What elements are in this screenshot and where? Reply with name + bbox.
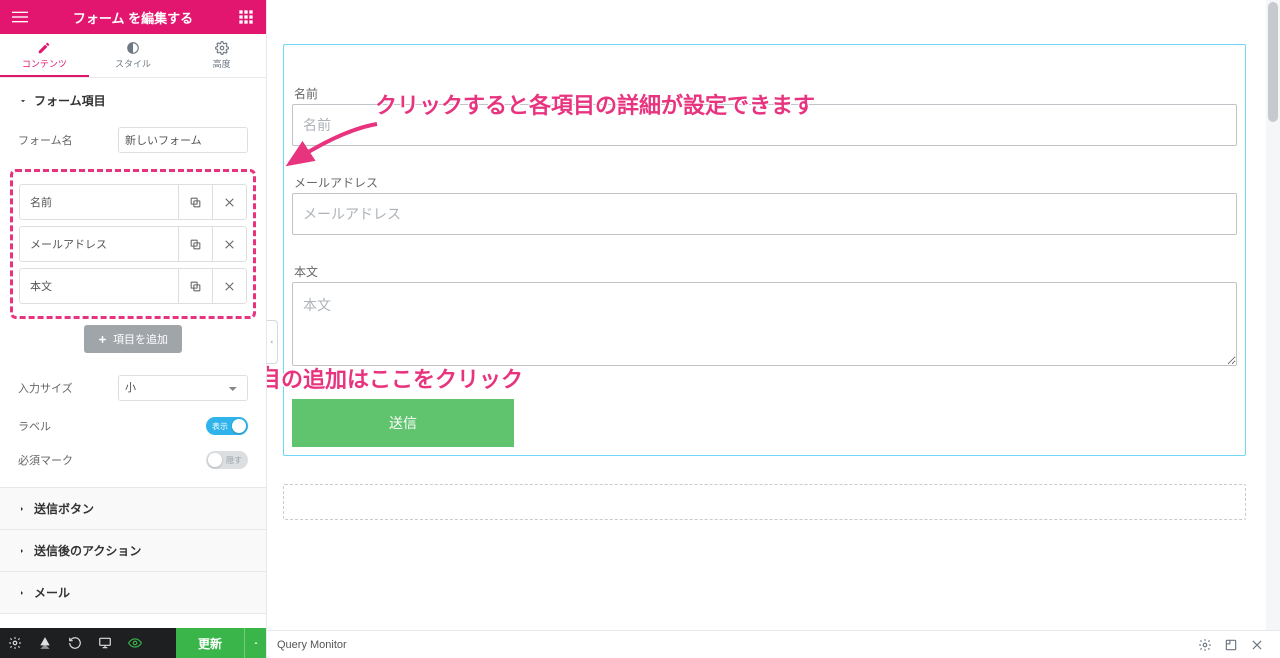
field-email-block: メールアドレス [292,174,1237,235]
toggle-knob [232,419,246,433]
scrollbar-thumb[interactable] [1268,2,1278,122]
sidebar-tabs: コンテンツ スタイル 高度 [0,34,266,78]
tab-advanced[interactable]: 高度 [177,34,266,77]
navigator-icon[interactable] [30,628,60,658]
editor-canvas: 名前 メールアドレス 本文 送信 クリックすると各項目の詳細が設 [267,0,1280,658]
field-name-label: 名前 [292,85,1237,102]
repeater-item-label[interactable]: 名前 [20,185,178,219]
tab-style-label: スタイル [115,57,151,70]
toggle-off-text: 隠す [226,455,242,466]
update-button[interactable]: 更新 [176,628,244,658]
form-submit-button[interactable]: 送信 [292,399,514,447]
section-submit-button-label: 送信ボタン [34,500,94,517]
repeater-item[interactable]: 名前 [19,184,247,220]
editor-sidebar: フォーム を編集する コンテンツ スタイル 高度 フォーム項目 [0,0,267,658]
sidebar-header: フォーム を編集する [0,0,266,34]
tab-style[interactable]: スタイル [89,34,178,77]
history-icon[interactable] [60,628,90,658]
field-body-textarea[interactable] [292,282,1237,366]
sidebar-footer-toolbar: 更新 [0,628,266,658]
section-actions-after-submit[interactable]: 送信後のアクション [0,529,266,571]
add-field-button[interactable]: 項目を追加 [84,325,182,353]
field-body-block: 本文 [292,263,1237,371]
sidebar-title: フォーム を編集する [73,8,193,27]
add-field-label: 項目を追加 [113,331,168,347]
settings-icon[interactable] [0,628,30,658]
label-visibility-toggle[interactable]: 表示 [206,417,248,435]
statusbar-close-icon[interactable] [1244,638,1270,652]
add-item-row: 項目を追加 [0,325,266,353]
form-name-label: フォーム名 [18,132,73,148]
menu-icon[interactable] [10,7,30,27]
form-name-row: フォーム名 [0,119,266,161]
status-bar: Query Monitor [267,630,1280,658]
input-size-select[interactable]: 小 [118,375,248,401]
section-mail-label: メール [34,584,70,601]
toggle-knob [208,453,222,467]
section-submit-button[interactable]: 送信ボタン [0,487,266,529]
duplicate-icon[interactable] [178,269,212,303]
remove-icon[interactable] [212,269,246,303]
form-fields-repeater: 名前 メールアドレス 本文 [10,169,256,319]
statusbar-gear-icon[interactable] [1192,638,1218,652]
app-root: フォーム を編集する コンテンツ スタイル 高度 フォーム項目 [0,0,1280,658]
canvas-inner: 名前 メールアドレス 本文 送信 クリックすると各項目の詳細が設 [267,0,1266,544]
toggle-on-text: 表示 [212,421,228,432]
label-toggle-label: ラベル [18,418,51,434]
duplicate-icon[interactable] [178,185,212,219]
required-mark-label: 必須マーク [18,452,73,468]
repeater-item-label[interactable]: 本文 [20,269,178,303]
field-name-block: 名前 [292,85,1237,146]
widgets-grid-icon[interactable] [236,7,256,27]
field-email-label: メールアドレス [292,174,1237,191]
tab-content-label: コンテンツ [22,57,67,70]
input-size-row: 入力サイズ 小 [0,367,266,409]
field-body-label: 本文 [292,263,1237,280]
required-mark-toggle[interactable]: 隠す [206,451,248,469]
update-dropdown-icon[interactable] [244,628,266,658]
field-name-input[interactable] [292,104,1237,146]
input-size-label: 入力サイズ [18,380,73,396]
vertical-scrollbar[interactable] [1266,0,1280,630]
add-section-dropzone[interactable] [283,484,1246,520]
responsive-icon[interactable] [90,628,120,658]
label-toggle-row: ラベル 表示 [0,409,266,443]
section-form-fields[interactable]: フォーム項目 [0,78,266,119]
sidebar-body: フォーム項目 フォーム名 名前 メールアドレス 本文 [0,78,266,628]
remove-icon[interactable] [212,185,246,219]
status-bar-label[interactable]: Query Monitor [277,639,347,651]
field-email-input[interactable] [292,193,1237,235]
tab-content[interactable]: コンテンツ [0,34,89,77]
remove-icon[interactable] [212,227,246,261]
form-name-input[interactable] [118,127,248,153]
tab-advanced-label: 高度 [213,57,231,70]
form-widget[interactable]: 名前 メールアドレス 本文 送信 [283,44,1246,456]
duplicate-icon[interactable] [178,227,212,261]
preview-eye-icon[interactable] [120,628,150,658]
canvas-scroll-area[interactable]: 名前 メールアドレス 本文 送信 クリックすると各項目の詳細が設 [267,0,1266,630]
section-mail[interactable]: メール [0,571,266,614]
statusbar-popout-icon[interactable] [1218,638,1244,652]
section-form-fields-label: フォーム項目 [34,92,106,109]
repeater-item[interactable]: 本文 [19,268,247,304]
repeater-item-label[interactable]: メールアドレス [20,227,178,261]
repeater-item[interactable]: メールアドレス [19,226,247,262]
section-actions-label: 送信後のアクション [34,542,141,559]
required-mark-row: 必須マーク 隠す [0,443,266,477]
